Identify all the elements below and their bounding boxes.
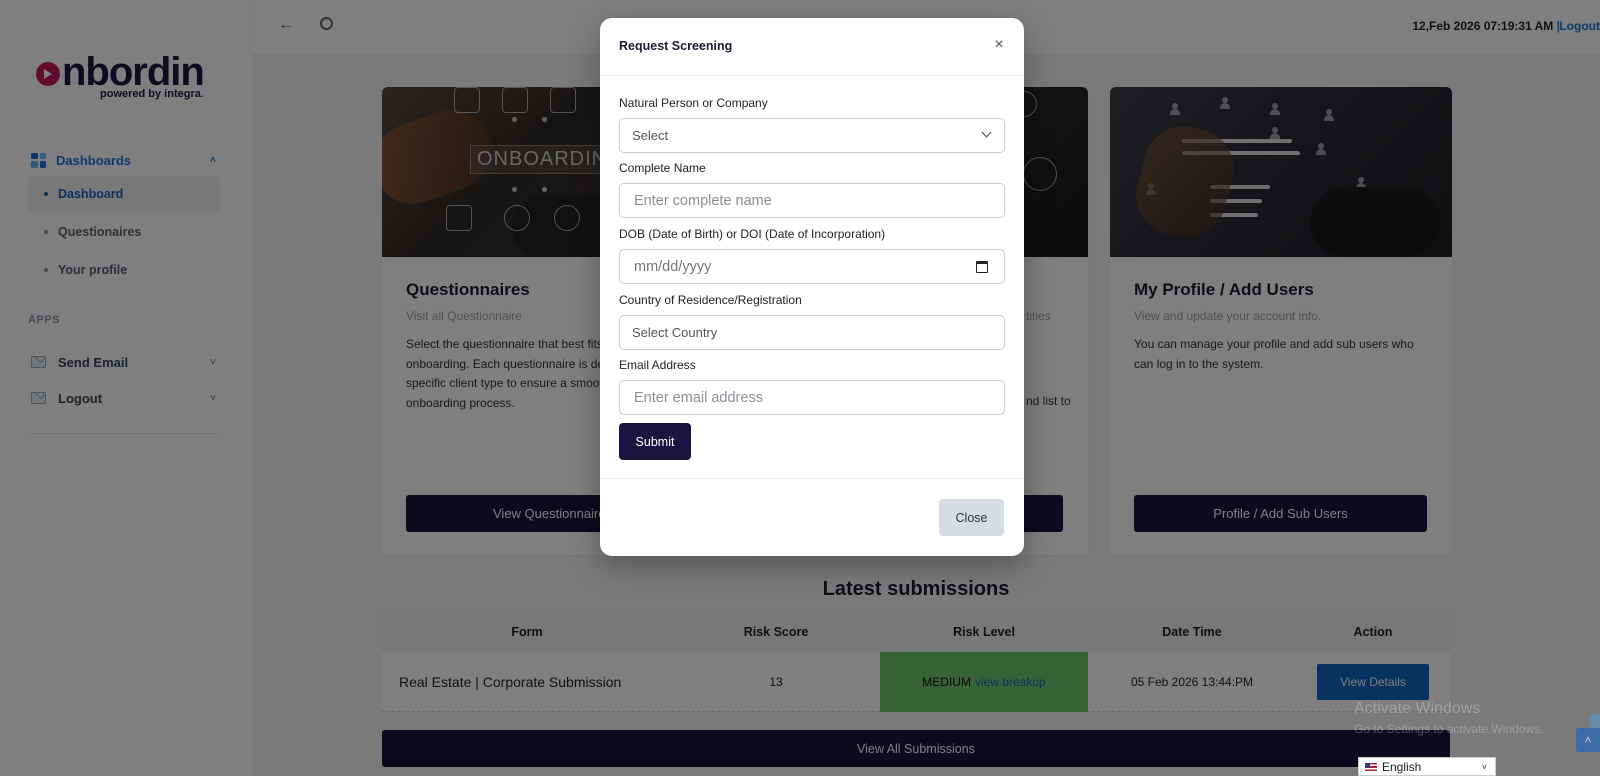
side-tab[interactable] bbox=[1590, 714, 1600, 728]
country-label: Country of Residence/Registration bbox=[619, 293, 802, 307]
person-or-company-label: Natural Person or Company bbox=[619, 96, 768, 110]
input-placeholder: Enter email address bbox=[634, 389, 763, 406]
calendar-icon[interactable] bbox=[976, 261, 988, 273]
language-value: English bbox=[1382, 759, 1422, 774]
select-value: Select Country bbox=[632, 325, 718, 340]
submit-button[interactable]: Submit bbox=[619, 423, 691, 460]
modal-title: Request Screening bbox=[619, 39, 733, 53]
dob-date-input[interactable]: mm/dd/yyyy bbox=[619, 249, 1005, 284]
country-select[interactable]: Select Country bbox=[619, 315, 1005, 350]
input-placeholder: Enter complete name bbox=[634, 192, 772, 209]
dob-label: DOB (Date of Birth) or DOI (Date of Inco… bbox=[619, 227, 886, 241]
chevron-down-icon: ˅ bbox=[1481, 761, 1487, 772]
modal-header: Request Screening × bbox=[600, 18, 1024, 76]
complete-name-label: Complete Name bbox=[619, 161, 706, 175]
email-input[interactable]: Enter email address bbox=[619, 380, 1005, 415]
scroll-to-top-icon[interactable]: ˄ bbox=[1576, 728, 1600, 752]
date-placeholder: mm/dd/yyyy bbox=[634, 258, 712, 275]
person-or-company-select[interactable]: Select bbox=[619, 118, 1005, 153]
email-label: Email Address bbox=[619, 358, 696, 372]
us-flag-icon bbox=[1365, 762, 1377, 771]
close-icon[interactable]: × bbox=[990, 36, 1008, 54]
request-screening-modal: Request Screening × Natural Person or Co… bbox=[600, 18, 1024, 556]
complete-name-input[interactable]: Enter complete name bbox=[619, 183, 1005, 218]
modal-footer-divider bbox=[600, 478, 1024, 479]
select-value: Select bbox=[632, 128, 669, 143]
chevron-down-icon bbox=[981, 127, 992, 138]
close-button[interactable]: Close bbox=[939, 499, 1004, 536]
language-selector[interactable]: English ˅ bbox=[1358, 757, 1496, 776]
